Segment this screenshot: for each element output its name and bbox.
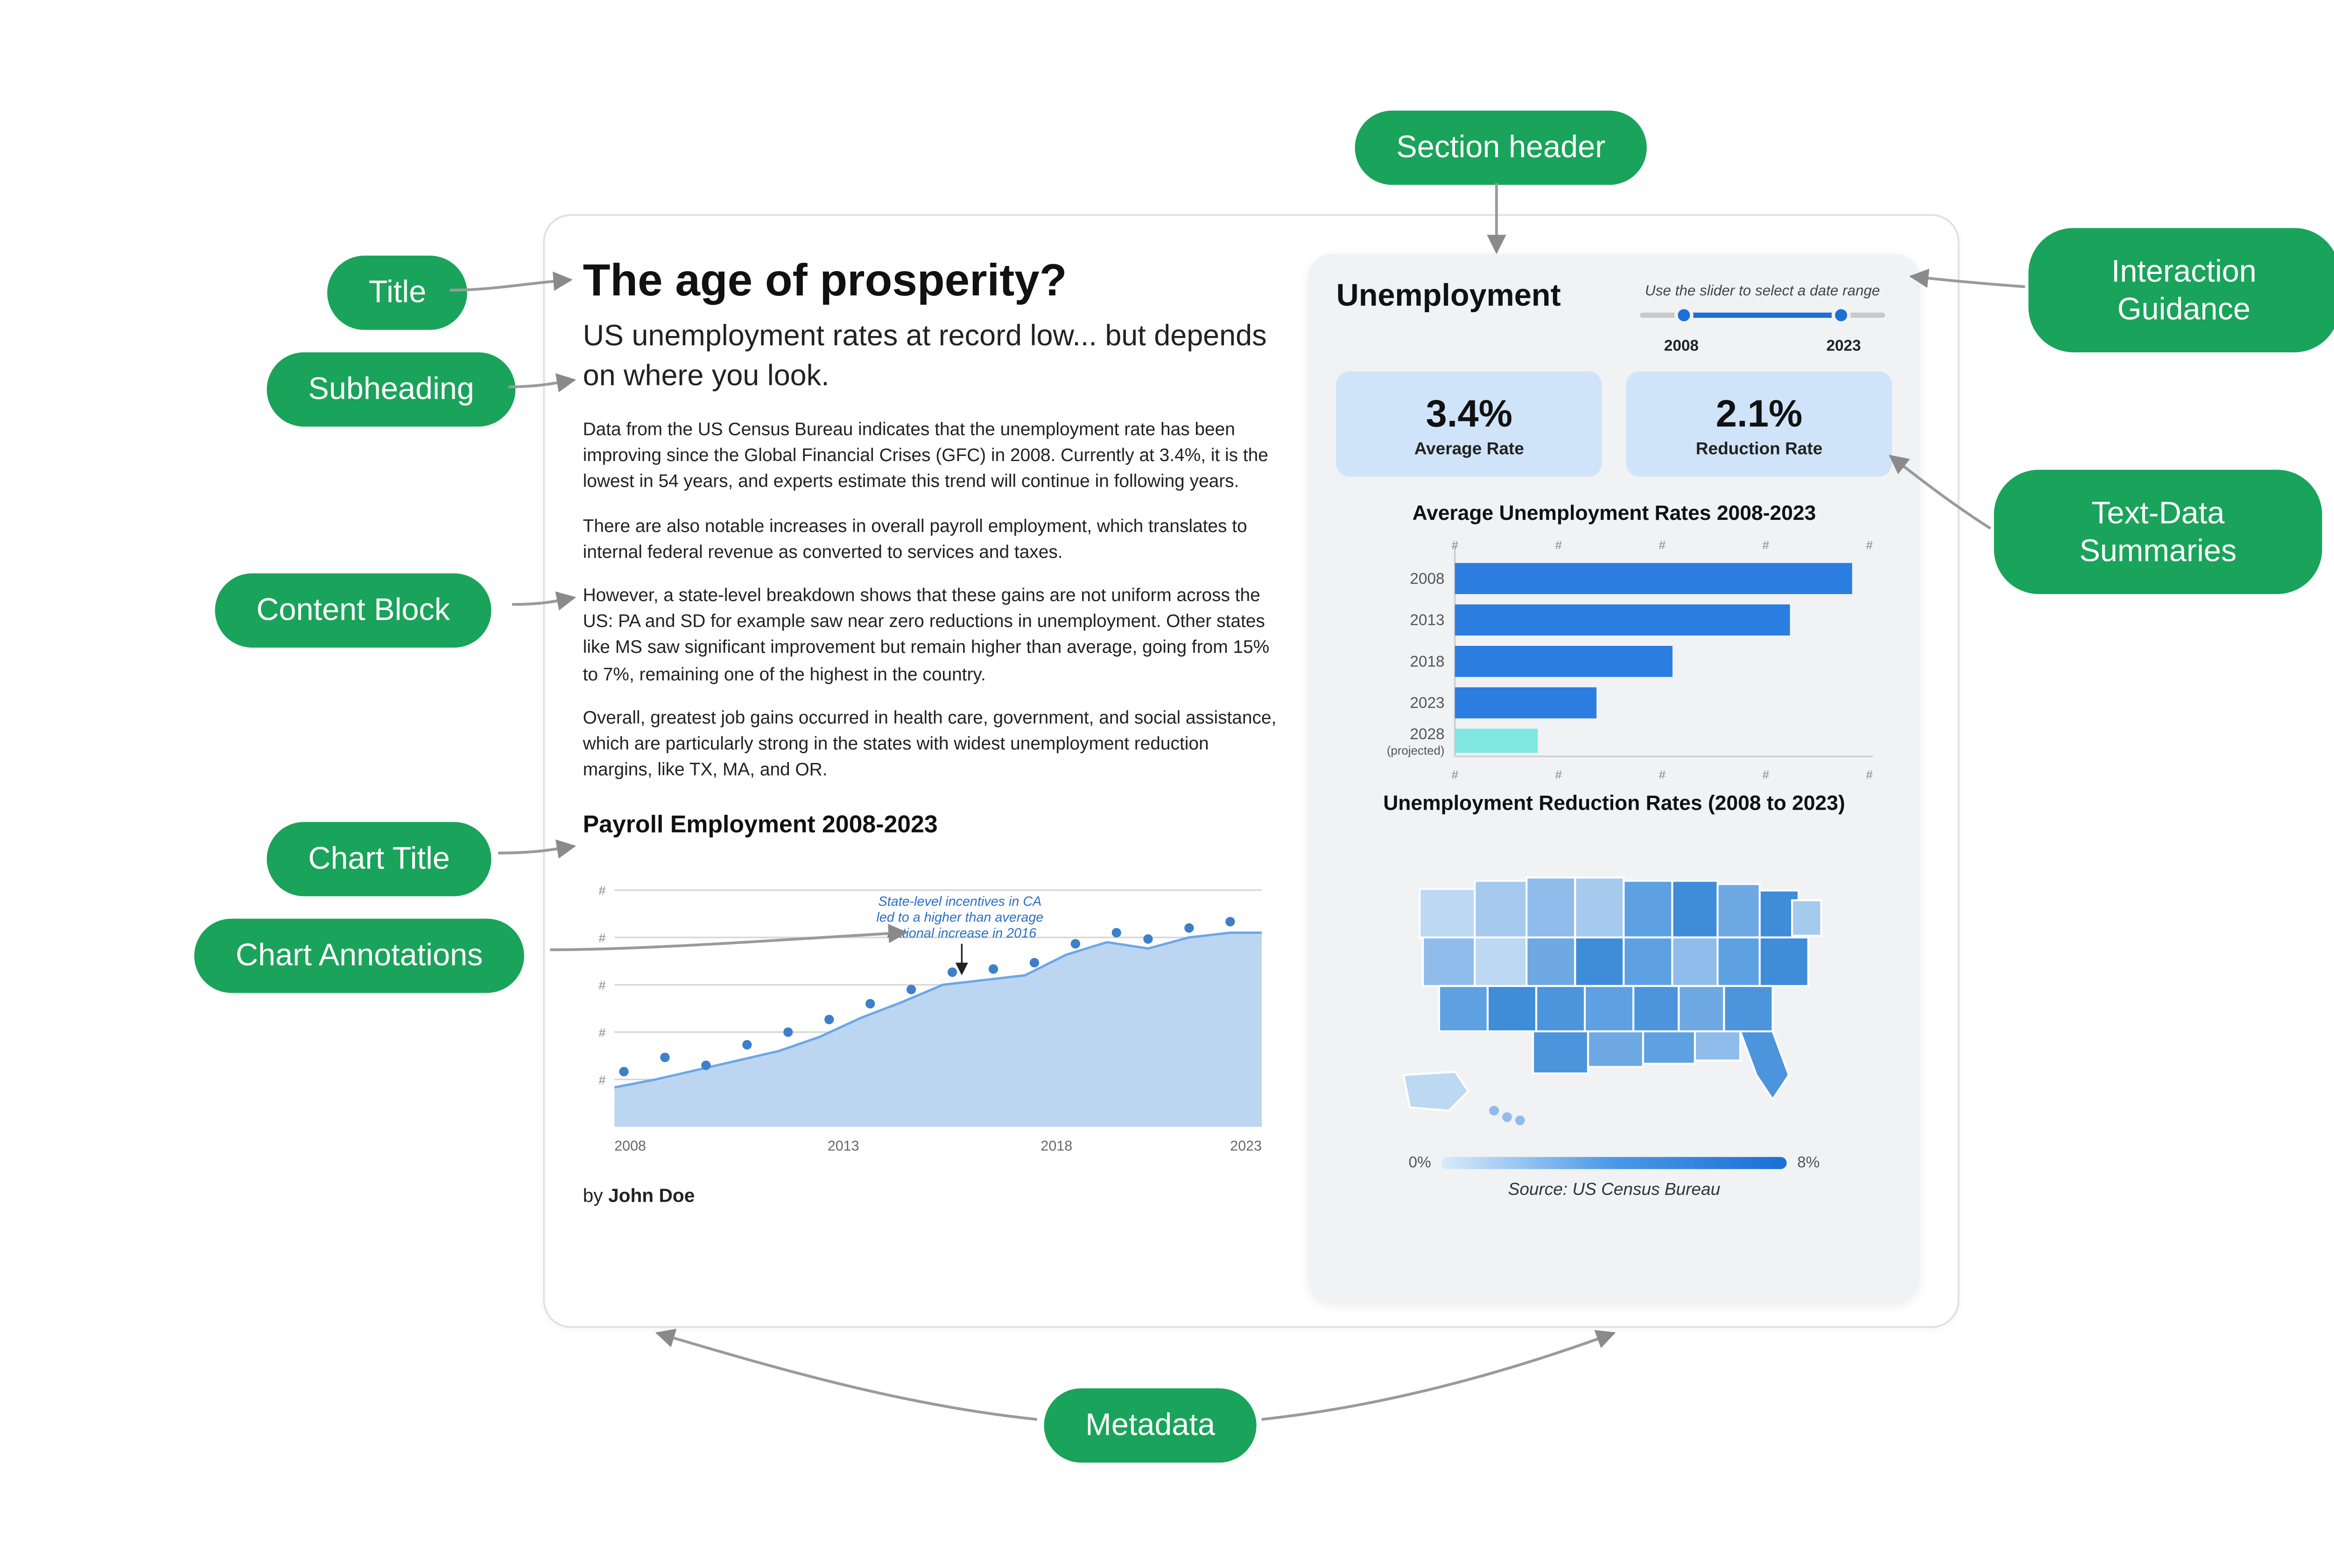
svg-text:2018: 2018 xyxy=(1410,653,1445,670)
paragraph: Overall, greatest job gains occurred in … xyxy=(583,706,1278,785)
svg-text:2008: 2008 xyxy=(1410,570,1445,588)
svg-text:#: # xyxy=(598,978,605,992)
paragraph: There are also notable increases in over… xyxy=(583,514,1278,567)
svg-text:#: # xyxy=(598,1025,605,1039)
stat-label: Average Rate xyxy=(1350,441,1588,460)
slider-end-label: 2023 xyxy=(1826,337,1861,354)
slider-guidance-text: Use the slider to select a date range xyxy=(1633,281,1892,299)
stat-value: 3.4% xyxy=(1350,392,1588,437)
article-column: The age of prosperity? US unemployment r… xyxy=(583,254,1278,1302)
date-range-slider[interactable]: Use the slider to select a date range 20… xyxy=(1633,281,1892,354)
byline-prefix: by xyxy=(583,1185,608,1206)
chart-annotation: State-level incentives in CA led to a hi… xyxy=(876,893,1047,974)
svg-text:(projected): (projected) xyxy=(1387,744,1445,757)
legend-gradient xyxy=(1441,1156,1787,1168)
stat-value: 2.1% xyxy=(1640,392,1878,437)
page-title: The age of prosperity? xyxy=(583,254,1278,308)
svg-text:#: # xyxy=(598,930,605,944)
svg-text:2013: 2013 xyxy=(828,1137,859,1153)
annotation-metadata: Metadata xyxy=(1044,1388,1257,1462)
paragraph: However, a state-level breakdown shows t… xyxy=(583,584,1278,689)
svg-text:#: # xyxy=(1659,539,1666,552)
annotation-subheading: Subheading xyxy=(267,352,516,426)
svg-text:2028: 2028 xyxy=(1410,726,1445,743)
svg-text:#: # xyxy=(598,883,605,897)
unemployment-bar-chart: # # # # # 2008 2013 2018 2023 2028 (projecte… xyxy=(1336,532,1892,791)
annotation-interaction-guidance: Interaction Guidance xyxy=(2029,228,2334,352)
unemployment-panel: Unemployment Use the slider to select a … xyxy=(1308,254,1919,1302)
report-card: The age of prosperity? US unemployment r… xyxy=(543,214,1960,1328)
source-citation: Source: US Census Bureau xyxy=(1336,1181,1892,1200)
legend-max: 8% xyxy=(1797,1154,1820,1171)
bar-chart-title: Average Unemployment Rates 2008-2023 xyxy=(1336,501,1892,525)
annotation-chart-title: Chart Title xyxy=(267,822,492,895)
stat-label: Reduction Rate xyxy=(1640,441,1878,460)
svg-text:#: # xyxy=(1763,769,1770,782)
svg-text:2008: 2008 xyxy=(614,1137,646,1153)
page-subheading: US unemployment rates at record low... b… xyxy=(583,318,1278,397)
chart-title: Payroll Employment 2008-2023 xyxy=(583,809,1278,837)
svg-text:#: # xyxy=(1866,539,1873,552)
annotation-chart-annotations: Chart Annotations xyxy=(194,919,524,992)
svg-text:#: # xyxy=(598,1072,605,1086)
payroll-area-chart: ##### State-level incentives i xyxy=(583,844,1278,1172)
svg-text:2023: 2023 xyxy=(1410,694,1445,712)
us-choropleth-map xyxy=(1336,822,1892,1150)
annotation-title: Title xyxy=(327,256,468,329)
svg-text:#: # xyxy=(1452,769,1459,782)
annotation-text-data-summaries: Text-Data Summaries xyxy=(1994,470,2322,594)
paragraph: Data from the US Census Bureau indicates… xyxy=(583,418,1278,497)
byline-author: John Doe xyxy=(608,1185,695,1206)
svg-text:State-level incentives in CA: State-level incentives in CA led to a hi… xyxy=(876,893,1047,940)
svg-text:2018: 2018 xyxy=(1040,1137,1072,1153)
svg-text:#: # xyxy=(1763,539,1770,552)
slider-thumb-end[interactable] xyxy=(1832,306,1851,325)
svg-text:#: # xyxy=(1555,769,1562,782)
map-chart-title: Unemployment Reduction Rates (2008 to 20… xyxy=(1336,791,1892,815)
slider-thumb-start[interactable] xyxy=(1674,306,1694,325)
annotation-section-header: Section header xyxy=(1355,111,1647,184)
annotation-content-block: Content Block xyxy=(215,574,492,647)
average-rate-card: 3.4% Average Rate xyxy=(1336,371,1602,477)
section-header: Unemployment xyxy=(1336,278,1561,315)
svg-text:2023: 2023 xyxy=(1230,1137,1262,1153)
svg-text:#: # xyxy=(1452,539,1459,552)
svg-text:#: # xyxy=(1866,769,1873,782)
svg-text:#: # xyxy=(1659,769,1666,782)
content-block: Data from the US Census Bureau indicates… xyxy=(583,418,1278,802)
svg-text:#: # xyxy=(1555,539,1562,552)
map-legend: 0% 8% xyxy=(1336,1154,1892,1171)
reduction-rate-card: 2.1% Reduction Rate xyxy=(1626,371,1892,477)
summary-cards: 3.4% Average Rate 2.1% Reduction Rate xyxy=(1336,371,1892,477)
legend-min: 0% xyxy=(1409,1154,1431,1171)
svg-text:2013: 2013 xyxy=(1410,612,1445,629)
slider-start-label: 2008 xyxy=(1664,337,1699,354)
byline: by John Doe xyxy=(583,1185,1278,1206)
